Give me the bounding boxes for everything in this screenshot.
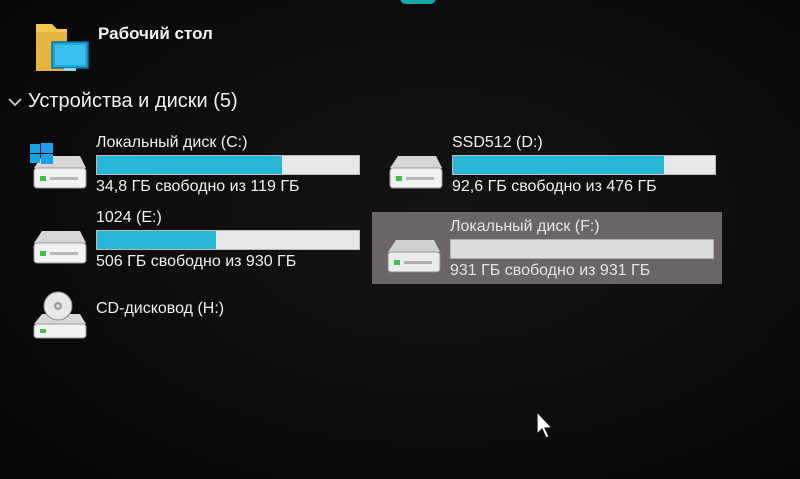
desktop-folder-icon — [36, 24, 89, 71]
drive-name: Локальный диск (C:) — [96, 134, 248, 151]
cd-drive-icon — [33, 291, 87, 339]
drive-usage-fill — [97, 156, 283, 174]
drive-usage-bar — [96, 155, 360, 175]
drive-usage-fill — [97, 231, 217, 249]
drive-d-tile[interactable]: SSD512 (D:) 92,6 ГБ свободно из 476 ГБ — [374, 128, 724, 200]
drive-name: Локальный диск (F:) — [450, 218, 600, 235]
desktop-label: Рабочий стол — [98, 24, 213, 43]
hard-drive-icon — [30, 143, 87, 189]
drive-free-space: 34,8 ГБ свободно из 119 ГБ — [96, 178, 300, 195]
hard-drive-icon — [33, 231, 87, 264]
chevron-down-icon[interactable] — [6, 93, 24, 111]
drive-usage-bar — [452, 155, 716, 175]
devices-group-title: Устройства и диски (5) — [28, 90, 238, 112]
hard-drive-icon — [387, 240, 441, 273]
windows-logo-icon — [30, 143, 53, 164]
hard-drive-icon — [389, 156, 443, 189]
drive-h-tile[interactable]: CD-дисковод (H:) — [18, 284, 368, 348]
drive-name: SSD512 (D:) — [452, 134, 543, 151]
devices-group-header[interactable]: Устройства и диски (5) — [6, 90, 238, 113]
drive-free-space: 506 ГБ свободно из 930 ГБ — [96, 253, 297, 270]
drive-free-space: 931 ГБ свободно из 931 ГБ — [450, 262, 651, 279]
file-explorer-this-pc: Рабочий стол Устройства и диски (5) Лока… — [0, 0, 800, 479]
drive-free-space: 92,6 ГБ свободно из 476 ГБ — [452, 178, 657, 195]
drive-usage-bar — [96, 230, 360, 250]
drive-name: 1024 (E:) — [96, 209, 162, 226]
drive-c-tile[interactable]: Локальный диск (C:) 34,8 ГБ свободно из … — [18, 128, 368, 200]
window-edge-glint — [400, 0, 436, 4]
drive-e-tile[interactable]: 1024 (E:) 506 ГБ свободно из 930 ГБ — [18, 203, 368, 275]
desktop-folder-item[interactable]: Рабочий стол — [30, 12, 290, 76]
drive-usage-fill — [453, 156, 665, 174]
drive-f-tile[interactable]: Локальный диск (F:) 931 ГБ свободно из 9… — [372, 212, 722, 284]
mouse-pointer-icon — [536, 410, 554, 439]
drive-name: CD-дисковод (H:) — [96, 300, 225, 317]
drive-usage-bar — [450, 239, 714, 259]
